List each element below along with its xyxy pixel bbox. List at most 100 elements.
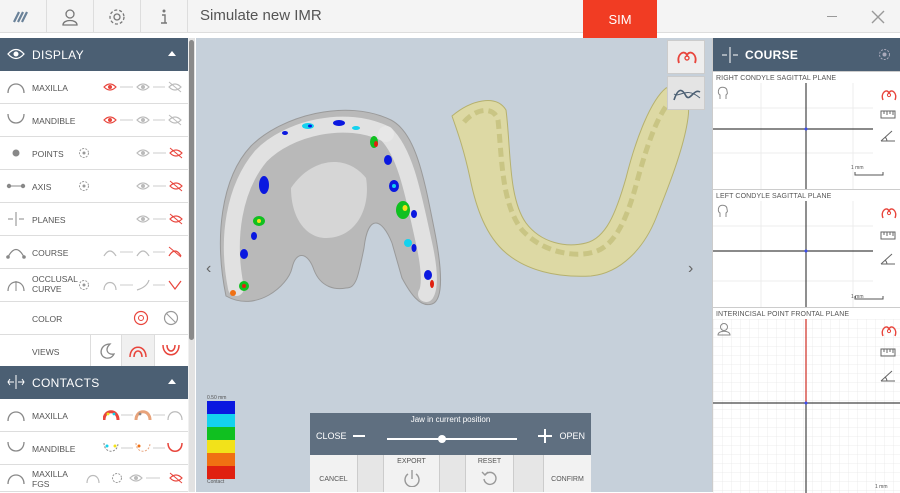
jaw-slider-track[interactable] xyxy=(387,438,517,440)
display-label-occlusal: OCCLUSAL CURVE xyxy=(32,274,78,294)
legend-swatch xyxy=(207,414,235,427)
eye-icon xyxy=(7,48,25,60)
window-title: Simulate new IMR xyxy=(200,7,322,24)
visibility-toggle[interactable] xyxy=(103,277,183,293)
curve-graph-icon xyxy=(673,89,701,101)
visibility-toggle[interactable] xyxy=(136,211,184,227)
jaw-caption: Jaw in current position xyxy=(410,415,491,424)
spacer xyxy=(514,455,544,492)
display-row-views: VIEWS xyxy=(0,335,188,368)
plus-icon-vertical xyxy=(544,429,546,443)
legend-swatch xyxy=(207,440,235,453)
visibility-toggle[interactable] xyxy=(103,112,183,128)
view-maxilla-button[interactable] xyxy=(121,335,154,368)
collapse-arrow-icon[interactable] xyxy=(168,51,176,56)
gear-icon[interactable] xyxy=(878,48,891,61)
logo-icon[interactable] xyxy=(0,0,47,33)
display-section-header[interactable]: DISPLAY xyxy=(0,38,188,71)
scale-label: 1 mm xyxy=(851,294,864,300)
display-row-occlusal-curve: OCCLUSAL CURVE xyxy=(0,269,188,302)
course-tool-button[interactable] xyxy=(667,40,705,74)
jaw-course-icon[interactable] xyxy=(880,204,898,220)
point-icon xyxy=(12,149,20,157)
mandible-icon xyxy=(7,441,25,452)
right-condyle-graph[interactable] xyxy=(713,83,900,189)
display-row-planes: PLANES xyxy=(0,203,188,236)
display-label-views: VIEWS xyxy=(32,347,60,357)
contacts-label-maxilla-fgs: MAXILLA FGS xyxy=(32,469,68,489)
jaw-slider-knob[interactable] xyxy=(437,435,446,443)
display-row-points: POINTS xyxy=(0,137,188,170)
export-button[interactable]: EXPORT xyxy=(384,455,440,492)
gear-icon[interactable] xyxy=(94,0,141,33)
cancel-button[interactable]: CANCEL xyxy=(310,455,358,492)
left-condyle-graph[interactable] xyxy=(713,201,900,307)
display-label-maxilla: MAXILLA xyxy=(32,83,68,93)
visibility-toggle[interactable] xyxy=(103,79,183,95)
display-row-maxilla: MAXILLA xyxy=(0,71,188,104)
contacts-label-mandible: MANDIBLE xyxy=(32,444,76,454)
ruler-icon[interactable] xyxy=(880,109,896,121)
minimize-button[interactable] xyxy=(812,0,852,33)
top-bar: Simulate new IMR SIM xyxy=(0,0,900,38)
display-row-course: COURSE xyxy=(0,236,188,269)
contacts-header-label: CONTACTS xyxy=(32,376,100,390)
visibility-toggle[interactable] xyxy=(136,178,184,194)
right-condyle-plane: RIGHT CONDYLE SAGITTAL PLANE 1 mm xyxy=(713,71,900,189)
jaw-course-icon[interactable] xyxy=(880,322,898,338)
contact-map-toggle[interactable] xyxy=(103,440,183,456)
ruler-icon[interactable] xyxy=(880,347,896,359)
next-view-arrow[interactable]: › xyxy=(688,260,693,278)
planes-icon xyxy=(8,212,24,226)
contacts-section-header[interactable]: CONTACTS xyxy=(0,366,188,399)
curve-tool-button[interactable] xyxy=(667,76,705,110)
angle-icon[interactable] xyxy=(880,369,896,383)
visibility-toggle[interactable] xyxy=(103,244,183,260)
info-icon[interactable] xyxy=(141,0,188,33)
left-scrollbar-thumb[interactable] xyxy=(189,40,194,340)
visibility-toggle[interactable] xyxy=(136,145,184,161)
sim-button[interactable]: SIM xyxy=(583,0,657,38)
palette-icon[interactable] xyxy=(133,310,149,326)
fgs-toggle[interactable] xyxy=(86,470,184,486)
scale-label: 1 mm xyxy=(875,484,888,490)
close-window-button[interactable] xyxy=(858,0,898,33)
maxilla-icon xyxy=(7,411,25,422)
user-icon[interactable] xyxy=(47,0,94,33)
reset-button[interactable]: RESET xyxy=(466,455,514,492)
settings-icon[interactable] xyxy=(78,145,90,161)
view-mandible-button[interactable] xyxy=(154,335,188,368)
left-panel: DISPLAY MAXILLA MANDIBLE POINTS AXIS PLA… xyxy=(0,38,195,492)
settings-icon[interactable] xyxy=(78,178,90,194)
ruler-icon[interactable] xyxy=(880,230,896,242)
scale-label: 1 mm xyxy=(851,165,864,171)
view-side-button[interactable] xyxy=(90,335,121,368)
course-panel-header: COURSE xyxy=(713,38,900,71)
planes-icon xyxy=(722,47,738,63)
left-condyle-plane: LEFT CONDYLE SAGITTAL PLANE 1 mm xyxy=(713,189,900,307)
export-icon xyxy=(403,470,420,487)
display-label-axis: AXIS xyxy=(32,182,52,192)
collapse-arrow-icon[interactable] xyxy=(168,379,176,384)
open-label: OPEN xyxy=(559,431,585,441)
jaw-course-icon[interactable] xyxy=(880,86,898,102)
no-color-icon[interactable] xyxy=(163,310,179,326)
contacts-row-mandible: MANDIBLE xyxy=(0,432,188,465)
legend-swatch xyxy=(207,427,235,440)
contact-color-legend: 0.50 mm Contact xyxy=(207,395,235,485)
mandible-model xyxy=(451,86,690,277)
settings-icon[interactable] xyxy=(78,277,90,293)
angle-icon[interactable] xyxy=(880,129,896,143)
interincisal-point-graph[interactable] xyxy=(713,319,900,493)
display-label-course: COURSE xyxy=(32,248,69,258)
previous-view-arrow[interactable]: ‹ xyxy=(206,260,211,278)
minus-icon[interactable] xyxy=(353,435,365,437)
axis-icon xyxy=(6,183,26,189)
contacts-icon xyxy=(7,375,25,389)
upper-arch-view-icon xyxy=(129,346,147,358)
confirm-button[interactable]: CONFIRM xyxy=(544,455,591,492)
plane-title: RIGHT CONDYLE SAGITTAL PLANE xyxy=(716,75,837,82)
angle-icon[interactable] xyxy=(880,252,896,266)
display-row-color: COLOR xyxy=(0,302,188,335)
contact-map-toggle[interactable] xyxy=(103,407,183,423)
